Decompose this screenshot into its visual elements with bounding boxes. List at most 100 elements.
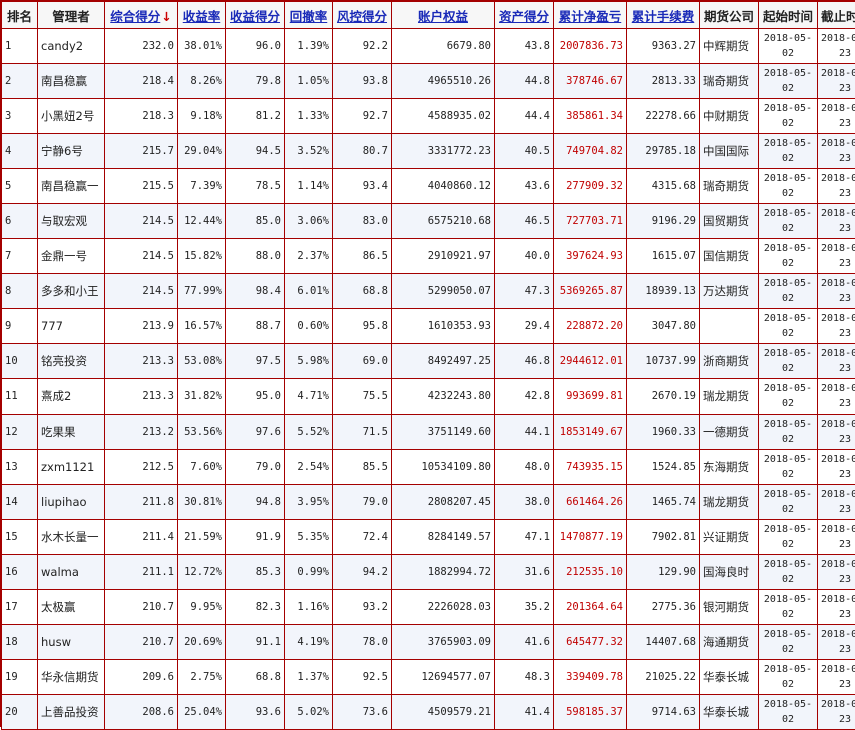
date-part: 2018-05- xyxy=(763,243,813,255)
column-header-equity[interactable]: 账户权益 xyxy=(392,2,494,28)
cell-drawdown: 1.16% xyxy=(285,589,332,624)
table-row: 16 walma 211.1 12.72% 85.3 0.99% 94.2 1882994.7… xyxy=(2,554,855,589)
date-part: 02 xyxy=(781,293,795,305)
cell-asset-score: 31.6 xyxy=(495,554,553,589)
cell-asset-score: 40.0 xyxy=(495,239,553,274)
cell-end: 2018-05- 23 xyxy=(818,379,855,414)
cell-broker: 兴证期货 xyxy=(700,519,758,554)
column-header-rank: 排名 xyxy=(2,2,37,28)
date-part: 23 xyxy=(838,678,852,690)
cell-return-rate: 9.18% xyxy=(178,99,225,134)
cell-start: 2018-05- 02 xyxy=(759,694,817,729)
table-header: 排名 管理者 综合得分↓ 收益率 收益得分 回撤率 风控得分 账户权益 资产得分 累计净盈亏 累计手… xyxy=(2,2,855,28)
cell-asset-score: 43.6 xyxy=(495,169,553,204)
cell-equity: 3751149.60 xyxy=(392,414,494,449)
cell-drawdown: 5.35% xyxy=(285,519,332,554)
date-part: 02 xyxy=(781,83,795,95)
cell-score: 214.5 xyxy=(105,274,177,309)
cell-end: 2018-05- 23 xyxy=(818,484,855,519)
cell-asset-score: 47.1 xyxy=(495,519,553,554)
table-row: 11 熹成2 213.3 31.82% 95.0 4.71% 75.5 4232243.80 4… xyxy=(2,379,855,414)
cell-asset-score: 48.0 xyxy=(495,449,553,484)
cell-rank: 18 xyxy=(2,624,37,659)
date-part: 2018-05- xyxy=(821,313,855,325)
date-part: 02 xyxy=(781,433,795,445)
cell-score: 209.6 xyxy=(105,659,177,694)
cell-asset-score: 44.1 xyxy=(495,414,553,449)
cell-broker: 瑞奇期货 xyxy=(700,169,758,204)
cell-asset-score: 38.0 xyxy=(495,484,553,519)
column-header-fees[interactable]: 累计手续费 xyxy=(627,2,699,28)
column-header-label: 起始时间 xyxy=(762,8,813,24)
sort-desc-arrow-icon[interactable]: ↓ xyxy=(161,9,171,24)
cell-score: 213.3 xyxy=(105,344,177,379)
cell-score: 208.6 xyxy=(105,694,177,729)
date-part: 02 xyxy=(781,188,795,200)
cell-score: 214.5 xyxy=(105,204,177,239)
cell-drawdown: 2.54% xyxy=(285,449,332,484)
cell-return-score: 96.0 xyxy=(226,29,284,64)
cell-drawdown: 0.60% xyxy=(285,309,332,344)
cell-net-profit: 277909.32 xyxy=(554,169,626,204)
date-part: 02 xyxy=(781,153,795,165)
date-part: 2018-05- xyxy=(763,103,813,115)
cell-rank: 6 xyxy=(2,204,37,239)
cell-asset-score: 46.8 xyxy=(495,344,553,379)
date-part: 02 xyxy=(781,678,795,690)
cell-drawdown: 1.37% xyxy=(285,659,332,694)
column-header-return-rate[interactable]: 收益率 xyxy=(178,2,225,28)
cell-end: 2018-05- 23 xyxy=(818,449,855,484)
column-header-risk-score[interactable]: 风控得分 xyxy=(333,2,391,28)
cell-manager: 水木长量一 xyxy=(38,519,104,554)
cell-equity: 8284149.57 xyxy=(392,519,494,554)
column-header-net-profit[interactable]: 累计净盈亏 xyxy=(554,2,626,28)
cell-end: 2018-05- 23 xyxy=(818,274,855,309)
cell-risk-score: 71.5 xyxy=(333,414,391,449)
table-row: 5 南昌稳赢一 215.5 7.39% 78.5 1.14% 93.4 4040860.12 4… xyxy=(2,169,855,204)
cell-return-rate: 16.57% xyxy=(178,309,225,344)
date-part: 2018-05- xyxy=(763,278,813,290)
cell-start: 2018-05- 02 xyxy=(759,449,817,484)
cell-fees: 29785.18 xyxy=(627,134,699,169)
cell-broker: 中辉期货 xyxy=(700,29,758,64)
table-row: 13 zxm1121 212.5 7.60% 79.0 2.54% 85.5 10534109… xyxy=(2,449,855,484)
cell-broker: 国海良时 xyxy=(700,554,758,589)
cell-start: 2018-05- 02 xyxy=(759,414,817,449)
cell-rank: 15 xyxy=(2,519,37,554)
date-part: 02 xyxy=(781,468,795,480)
cell-fees: 129.90 xyxy=(627,554,699,589)
cell-end: 2018-05- 23 xyxy=(818,589,855,624)
cell-fees: 2813.33 xyxy=(627,64,699,99)
cell-return-score: 93.6 xyxy=(226,694,284,729)
cell-return-score: 81.2 xyxy=(226,99,284,134)
column-header-score[interactable]: 综合得分↓ xyxy=(105,2,177,28)
cell-fees: 9363.27 xyxy=(627,29,699,64)
cell-end: 2018-05- 23 xyxy=(818,99,855,134)
header-row: 排名 管理者 综合得分↓ 收益率 收益得分 回撤率 风控得分 账户权益 资产得分 累计净盈亏 累计手… xyxy=(2,2,855,28)
date-part: 23 xyxy=(838,433,852,445)
table-row: 18 husw 210.7 20.69% 91.1 4.19% 78.0 3765903.09… xyxy=(2,624,855,659)
cell-return-score: 88.0 xyxy=(226,239,284,274)
date-part: 02 xyxy=(781,503,795,515)
cell-drawdown: 3.52% xyxy=(285,134,332,169)
cell-end: 2018-05- 23 xyxy=(818,554,855,589)
cell-net-profit: 212535.10 xyxy=(554,554,626,589)
cell-net-profit: 378746.67 xyxy=(554,64,626,99)
date-part: 02 xyxy=(781,643,795,655)
table-row: 7 金鼎一号 214.5 15.82% 88.0 2.37% 86.5 2910921.97 4… xyxy=(2,239,855,274)
cell-return-score: 78.5 xyxy=(226,169,284,204)
ranking-table-frame: 排名 管理者 综合得分↓ 收益率 收益得分 回撤率 风控得分 账户权益 资产得分 累计净盈亏 累计手… xyxy=(0,0,855,730)
cell-return-rate: 53.08% xyxy=(178,344,225,379)
cell-return-score: 68.8 xyxy=(226,659,284,694)
cell-risk-score: 78.0 xyxy=(333,624,391,659)
column-header-return-score[interactable]: 收益得分 xyxy=(226,2,284,28)
column-header-label: 截止时间 xyxy=(821,8,855,24)
column-header-asset-score[interactable]: 资产得分 xyxy=(495,2,553,28)
column-header-start: 起始时间 xyxy=(759,2,817,28)
cell-equity: 2910921.97 xyxy=(392,239,494,274)
date-part: 2018-05- xyxy=(821,418,855,430)
cell-fees: 1524.85 xyxy=(627,449,699,484)
cell-start: 2018-05- 02 xyxy=(759,379,817,414)
table-row: 6 与取宏观 214.5 12.44% 85.0 3.06% 83.0 6575210.68 4… xyxy=(2,204,855,239)
column-header-drawdown[interactable]: 回撤率 xyxy=(285,2,332,28)
